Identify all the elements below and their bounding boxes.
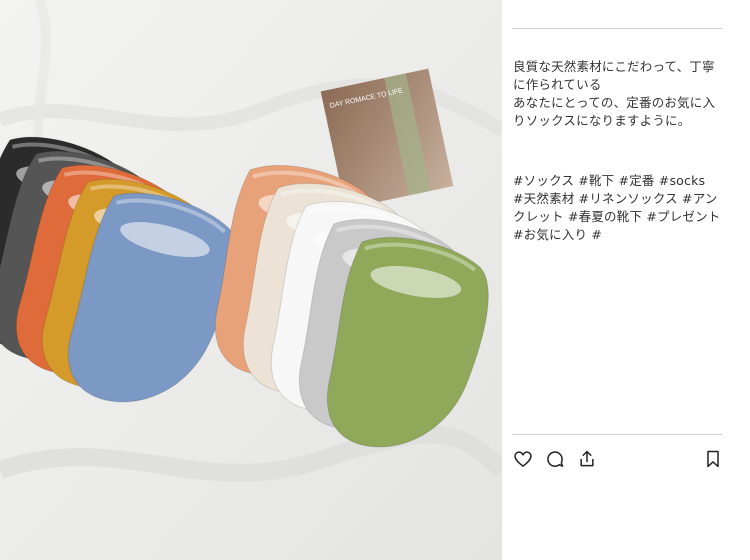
action-bar xyxy=(512,448,724,472)
post-panel: 良質な天然素材にこだわって、丁寧に作られている あなたにとっての、定番のお気に入… xyxy=(502,0,750,560)
like-button[interactable] xyxy=(512,448,534,470)
comment-icon xyxy=(547,451,564,467)
comment-button[interactable] xyxy=(544,448,566,470)
divider-top xyxy=(512,28,722,29)
product-photo: DAY ROMACE TO LIFE xyxy=(0,0,502,560)
heart-icon xyxy=(514,451,532,468)
divider-bottom xyxy=(512,434,722,435)
bookmark-icon xyxy=(707,450,719,468)
share-button[interactable] xyxy=(576,448,598,470)
socks-photo-illustration: DAY ROMACE TO LIFE xyxy=(0,0,502,560)
share-icon xyxy=(580,450,594,467)
save-button[interactable] xyxy=(702,448,724,470)
post-hashtags: #ソックス #靴下 #定番 #socks #天然素材 #リネンソックス #アンク… xyxy=(513,173,721,242)
post-caption: 良質な天然素材にこだわって、丁寧に作られている あなたにとっての、定番のお気に入… xyxy=(513,59,716,128)
